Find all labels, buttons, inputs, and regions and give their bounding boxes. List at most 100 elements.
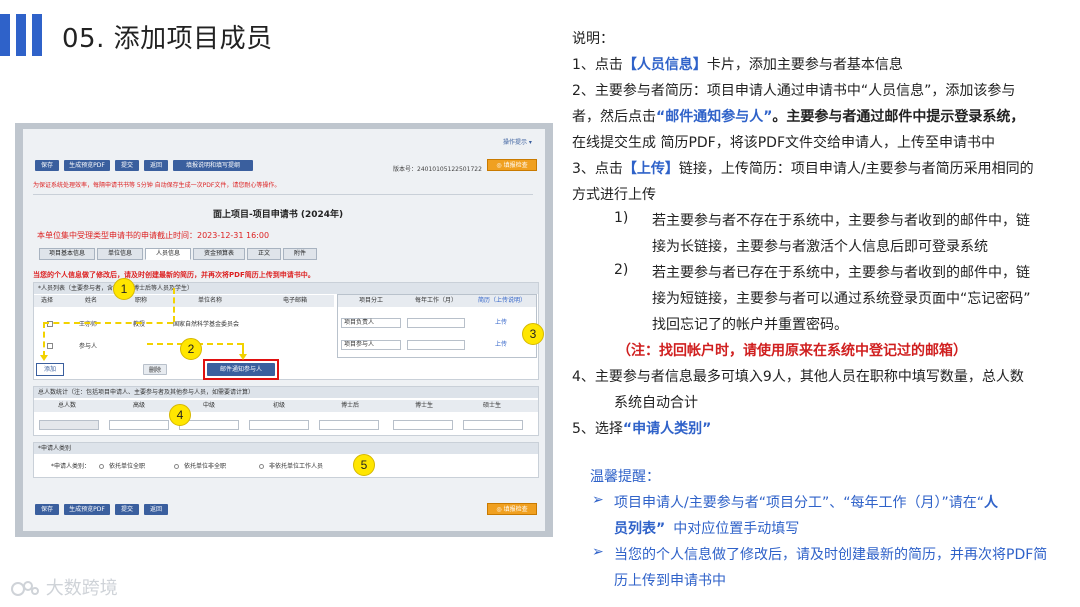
category-section-header: *申请人类别 xyxy=(34,443,538,454)
back-button[interactable]: 返回 xyxy=(144,504,168,515)
upload-link[interactable]: 上传 xyxy=(495,319,507,327)
arrow-down-icon xyxy=(40,355,48,361)
stats-table-header xyxy=(34,400,538,412)
fill-check-button[interactable]: ◎ 填报检查 xyxy=(487,159,537,171)
category-option[interactable]: 依托单位非全职 xyxy=(184,463,226,471)
applicant-category-highlight: “申请人类别” xyxy=(622,421,712,437)
slide-title: 05. 添加项目成员 xyxy=(62,24,273,54)
tip-2-line-1: 当您的个人信息做了修改后，请及时创建最新的简历，并再次将PDF简 xyxy=(614,547,1048,563)
instruction-text: 链接，上传简历：项目申请人/主要参与者简历采用相同的 xyxy=(678,161,1034,177)
operation-tip-link[interactable]: 操作提示 ▾ xyxy=(503,139,532,147)
instructions-heading: 说明： xyxy=(572,31,614,47)
work-months-input[interactable] xyxy=(407,340,465,350)
category-option[interactable]: 依托单位全职 xyxy=(109,463,145,471)
fill-check-button[interactable]: ◎ 填报检查 xyxy=(487,503,537,515)
col-role: 项目分工 xyxy=(359,297,384,304)
phd-count-input[interactable] xyxy=(393,420,453,430)
role-input[interactable]: 项目参与人 xyxy=(341,340,401,350)
callout-4: 4 xyxy=(169,404,191,426)
delete-member-button[interactable]: 删除 xyxy=(143,364,167,375)
instruction-text: 3、点击 xyxy=(572,161,623,177)
instruction-2-line-3: 在线提交生成 简历PDF，将该PDF文件交给申请人，上传至申请书中 xyxy=(572,135,995,151)
tab-project-info[interactable]: 项目基本信息 xyxy=(39,248,95,260)
version-number: 版本号：24010105122501722 xyxy=(393,166,482,173)
brand-watermark: 大数跨境 xyxy=(10,574,118,600)
category-label: *申请人类别： xyxy=(51,463,91,470)
row-checkbox[interactable] xyxy=(47,343,53,349)
tip-text: 项目申请人/主要参与者“项目分工”、“每年工作（月）”请在“ xyxy=(614,495,984,511)
personnel-section-header: *人员列表（主要参与者，含研究生/博士后等人员及学生） xyxy=(34,283,538,294)
preview-pdf-button[interactable]: 生成预览PDF xyxy=(64,504,110,515)
stats-section-header: 总人数统计（注：包括项目申请人、主要参与者及其他参与人员，如需要请计算） xyxy=(34,387,538,398)
total-count-field xyxy=(39,420,99,430)
role-input[interactable]: 项目负责人 xyxy=(341,318,401,328)
divider xyxy=(33,194,533,195)
instruction-text: 者，然后点击 xyxy=(572,109,656,125)
col-resume[interactable]: 简历（上传说明） xyxy=(478,297,526,305)
submit-button[interactable]: 提交 xyxy=(115,160,139,171)
instruction-5: 5、选择“申请人类别” xyxy=(572,418,711,438)
col-senior: 高级 xyxy=(133,402,146,409)
tab-main-text[interactable]: 正文 xyxy=(247,248,281,260)
tab-attachments[interactable]: 附件 xyxy=(283,248,317,260)
postdoc-count-input[interactable] xyxy=(319,420,379,430)
tab-personnel-info[interactable]: 人员信息 xyxy=(145,248,191,260)
instruction-text: 。主要参与者通过邮件中提示登录系统， xyxy=(772,109,1025,125)
category-option[interactable]: 非依托单位工作人员 xyxy=(269,463,323,471)
tip-1-line-2: 员列表” 中对应位置手动填写 xyxy=(614,518,799,538)
bullet-icon: ➢ xyxy=(592,492,604,508)
callout-1: 1 xyxy=(113,278,135,300)
instruction-text: 卡片，添加主要参与者基本信息 xyxy=(706,57,903,73)
guide-line xyxy=(43,322,45,357)
category-radio[interactable] xyxy=(259,464,264,469)
application-window: 操作提示 ▾ 保存 生成预览PDF 提交 返回 填报说明和填写提纲 版本号：24… xyxy=(23,129,545,531)
form-title: 面上项目-项目申请书 (2024年) xyxy=(213,210,344,220)
junior-count-input[interactable] xyxy=(249,420,309,430)
sub-item-2-number: 2) xyxy=(614,262,629,278)
category-radio[interactable] xyxy=(174,464,179,469)
upload-link[interactable]: 上传 xyxy=(495,341,507,349)
sub-item-1-line-1: 若主要参与者不存在于系统中，主要参与者收到的邮件中，链 xyxy=(652,213,1030,229)
col-junior: 初级 xyxy=(273,402,286,409)
application-screenshot: 操作提示 ▾ 保存 生成预览PDF 提交 返回 填报说明和填写提纲 版本号：24… xyxy=(15,123,553,537)
add-member-button[interactable]: 添加 xyxy=(36,363,64,376)
callout-3: 3 xyxy=(522,323,544,345)
submit-button[interactable]: 提交 xyxy=(115,504,139,515)
email-invite-highlight-text: “邮件通知参与人” xyxy=(656,109,773,125)
save-button[interactable]: 保存 xyxy=(35,504,59,515)
resume-notice: 当您的个人信息做了修改后，请及时创建最新的简历，并再次将PDF简历上传到申请书中… xyxy=(33,271,315,279)
guide-line xyxy=(43,322,173,324)
member-organization: 国家自然科学基金委员会 xyxy=(173,321,240,328)
back-button[interactable]: 返回 xyxy=(144,160,168,171)
callout-2: 2 xyxy=(180,338,202,360)
auto-save-warning: 为保证系统处理效率，每隔申请书书等 5分钟 自动保存生成一次PDF文件，请您耐心… xyxy=(33,182,281,189)
instruction-3-line-2: 方式进行上传 xyxy=(572,187,656,203)
col-master: 硕士生 xyxy=(483,402,502,409)
tab-budget[interactable]: 资金预算表 xyxy=(193,248,245,260)
instruction-4-line-1: 4、主要参与者信息最多可填入9人，其他人员在职称中填写数量，总人数 xyxy=(572,369,1024,385)
tips-heading: 温馨提醒： xyxy=(590,469,660,485)
col-title: 职称 xyxy=(135,297,148,304)
save-button[interactable]: 保存 xyxy=(35,160,59,171)
fill-guide-button[interactable]: 填报说明和填写提纲 xyxy=(173,160,253,171)
instruction-4-line-2: 系统自动合计 xyxy=(614,395,698,411)
instruction-1: 1、点击【人员信息】卡片，添加主要参与者基本信息 xyxy=(572,54,903,74)
category-radio[interactable] xyxy=(99,464,104,469)
instruction-text: 5、选择 xyxy=(572,421,623,437)
preview-pdf-button[interactable]: 生成预览PDF xyxy=(64,160,110,171)
master-count-input[interactable] xyxy=(463,420,523,430)
guide-line xyxy=(173,288,175,322)
instruction-2-line-1: 2、主要参与者简历：项目申请人通过申请书中“人员信息”，添加该参与 xyxy=(572,83,1016,99)
work-months-input[interactable] xyxy=(407,318,465,328)
tab-unit-info[interactable]: 单位信息 xyxy=(97,248,143,260)
brand-name: 大数跨境 xyxy=(45,578,118,599)
tip-text: 中对应位置手动填写 xyxy=(673,521,800,537)
email-invite-button[interactable]: 邮件通知参与人 xyxy=(207,363,275,376)
instruction-text: 1、点击 xyxy=(572,57,623,73)
header-logo-bars xyxy=(0,14,52,56)
senior-count-input[interactable] xyxy=(109,420,169,430)
sub-item-2-line-2: 接为短链接，主要参与者可以通过系统登录页面中“忘记密码” xyxy=(652,291,1031,307)
col-phd: 博士生 xyxy=(415,402,434,409)
brand-logo-icon xyxy=(10,580,40,598)
arrow-down-icon xyxy=(239,354,247,360)
